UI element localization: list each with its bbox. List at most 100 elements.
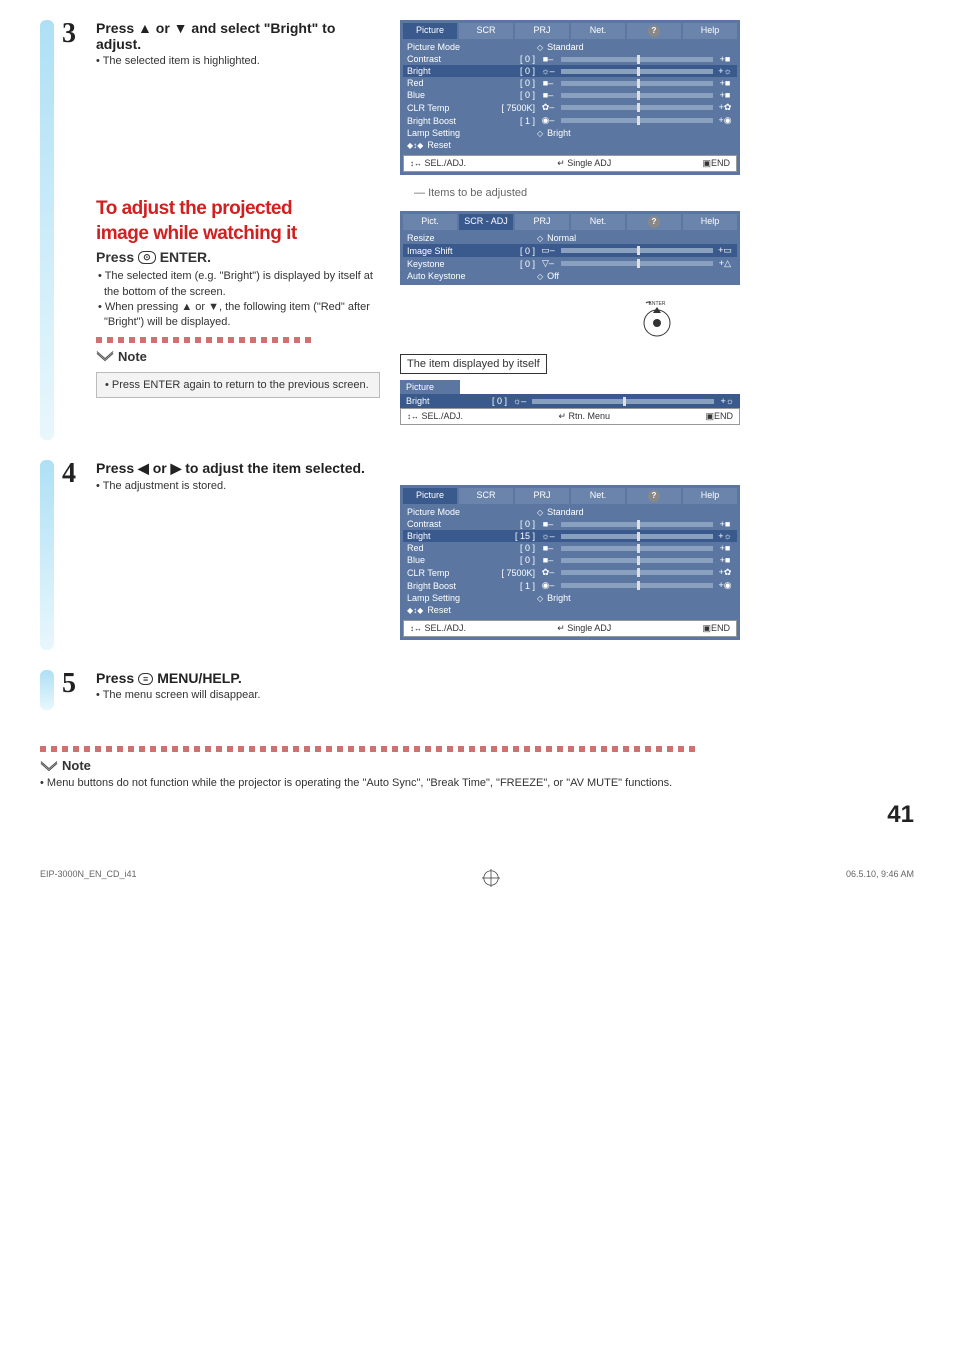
remote-enter-icon: ENTER: [400, 297, 914, 344]
osd-tab: Picture: [403, 488, 457, 504]
step3-number: 3: [62, 20, 88, 440]
osd-row: Auto Keystone◇Off: [403, 270, 737, 282]
osd-row: Picture Mode◇Standard: [403, 41, 737, 53]
gradient-bar-5: [40, 670, 54, 710]
osd-panel-1: PictureSCRPRJNet.?Help Picture Mode◇Stan…: [400, 20, 740, 175]
osd-row: Image Shift[ 0 ]▭–+▭: [403, 244, 737, 257]
single-bm: ↵ Rtn. Menu: [558, 411, 610, 422]
osd1-bl: SEL./ADJ.: [425, 158, 467, 168]
osd-row: Lamp Setting◇Bright: [403, 127, 737, 139]
single-item-panel: Picture Bright [ 0 ] ☼– +☼ ↕↔ SEL./ADJ. …: [400, 380, 740, 425]
osd-row: Blue[ 0 ]■–+■: [403, 89, 737, 101]
osd3-reset: Reset: [427, 605, 451, 615]
osd-row: CLR Temp[ 7500K]✿–+✿: [403, 566, 737, 579]
osd-tab: SCR: [459, 488, 513, 504]
note2-text: Note: [62, 758, 91, 773]
osd-tab: SCR - ADJ: [459, 214, 513, 230]
osd-panel-2: Pict.SCR - ADJPRJNet.?Help Resize◇Normal…: [400, 211, 740, 285]
osd-tab: Picture: [403, 23, 457, 39]
osd-row: Resize◇Normal: [403, 232, 737, 244]
osd-row: Picture Mode◇Standard: [403, 506, 737, 518]
footer-left: EIP-3000N_EN_CD_i: [40, 869, 127, 887]
osd-tab: PRJ: [515, 488, 569, 504]
osd-tab: PRJ: [515, 23, 569, 39]
red-heading-l2: image while watching it: [96, 224, 380, 245]
note-icon-2: [40, 759, 58, 773]
note2-label: Note: [40, 758, 914, 773]
osd-panel-3: PictureSCRPRJNet.?Help Picture Mode◇Stan…: [400, 485, 740, 640]
osd-tab: ?: [627, 23, 681, 39]
note2-body: • Menu buttons do not function while the…: [40, 776, 914, 791]
menu-btn-icon: ≡: [138, 673, 153, 685]
red-heading-l1: To adjust the projected: [96, 199, 380, 220]
single-iconR: +☼: [720, 396, 734, 406]
step3-bullet: • The selected item is highlighted.: [96, 54, 380, 69]
footer-mid: 41: [127, 869, 137, 887]
gradient-bar-4: [40, 460, 54, 650]
step4-bullet: • The adjustment is stored.: [96, 479, 380, 494]
osd-row: Contrast[ 0 ]■–+■: [403, 53, 737, 65]
item-displayed-box: The item displayed by itself: [400, 354, 547, 374]
red-subheading: Press ⊙ ENTER.: [96, 249, 380, 265]
osd-tab: Pict.: [403, 214, 457, 230]
single-title: Picture: [400, 380, 460, 394]
registration-mark-icon: [482, 869, 500, 887]
note1-text: Note: [118, 349, 147, 364]
osd-tab: PRJ: [515, 214, 569, 230]
osd3-br: END: [711, 623, 730, 633]
osd-tab: Net.: [571, 488, 625, 504]
osd-tab: Net.: [571, 214, 625, 230]
osd1-br: END: [711, 158, 730, 168]
osd-tab: Net.: [571, 23, 625, 39]
single-label: Bright: [406, 396, 466, 406]
osd-tab: Help: [683, 214, 737, 230]
step5-number: 5: [62, 670, 88, 710]
step5-bullet: • The menu screen will disappear.: [96, 688, 380, 703]
osd-row: Bright Boost[ 1 ]◉–+◉: [403, 114, 737, 127]
s5-post: MENU/HELP.: [153, 670, 241, 686]
osd-tab: Help: [683, 23, 737, 39]
note1-label: Note: [96, 349, 380, 364]
enter-btn-icon: ⊙: [138, 251, 156, 264]
osd3-bl: SEL./ADJ.: [425, 623, 467, 633]
footer-right: 06.5.10, 9:46 AM: [846, 869, 914, 887]
osd-row: Red[ 0 ]■–+■: [403, 542, 737, 554]
osd3-bm: ↵ Single ADJ: [557, 623, 611, 634]
svg-text:ENTER: ENTER: [649, 301, 666, 307]
sub-text: ENTER.: [160, 249, 211, 265]
single-bl: SEL./ADJ.: [422, 411, 464, 421]
osd-tab: ?: [627, 214, 681, 230]
gradient-bar: [40, 20, 54, 440]
single-iconL: ☼–: [513, 396, 526, 406]
single-value: [ 0 ]: [472, 396, 507, 406]
osd-row: Red[ 0 ]■–+■: [403, 77, 737, 89]
osd-row: Blue[ 0 ]■–+■: [403, 554, 737, 566]
osd-tab: SCR: [459, 23, 513, 39]
red-b1: • The selected item (e.g. "Bright") is d…: [96, 269, 380, 300]
single-br: END: [714, 411, 733, 421]
note-icon: [96, 349, 114, 363]
osd1-reset: Reset: [427, 140, 451, 150]
red-b2: • When pressing ▲ or ▼, the following it…: [96, 300, 380, 331]
sub-prefix: Press: [96, 249, 134, 265]
step5-heading: Press ≡ MENU/HELP.: [96, 670, 380, 686]
page-number: 41: [40, 801, 914, 829]
dotted-divider-full: [40, 746, 914, 752]
step4-heading: Press ◀ or ▶ to adjust the item selected…: [96, 460, 380, 477]
osd1-bm: ↵ Single ADJ: [557, 158, 611, 169]
osd-row: Bright Boost[ 1 ]◉–+◉: [403, 579, 737, 592]
osd-tab: ?: [627, 488, 681, 504]
s5-pre: Press: [96, 670, 138, 686]
osd-row: CLR Temp[ 7500K]✿–+✿: [403, 101, 737, 114]
step4-number: 4: [62, 460, 88, 650]
osd-row: Keystone[ 0 ]▽–+△: [403, 257, 737, 270]
osd-row: Bright[ 15 ]☼–+☼: [403, 530, 737, 542]
note1-box: • Press ENTER again to return to the pre…: [96, 372, 380, 398]
dotted-divider: [96, 337, 380, 343]
osd-tab: Help: [683, 488, 737, 504]
step3-heading: Press ▲ or ▼ and select "Bright" to adju…: [96, 20, 380, 52]
caption1: — Items to be adjusted: [414, 187, 914, 199]
osd-row: Bright[ 0 ]☼–+☼: [403, 65, 737, 77]
footer: EIP-3000N_EN_CD_i 41 06.5.10, 9:46 AM: [40, 869, 914, 887]
osd-row: Lamp Setting◇Bright: [403, 592, 737, 604]
